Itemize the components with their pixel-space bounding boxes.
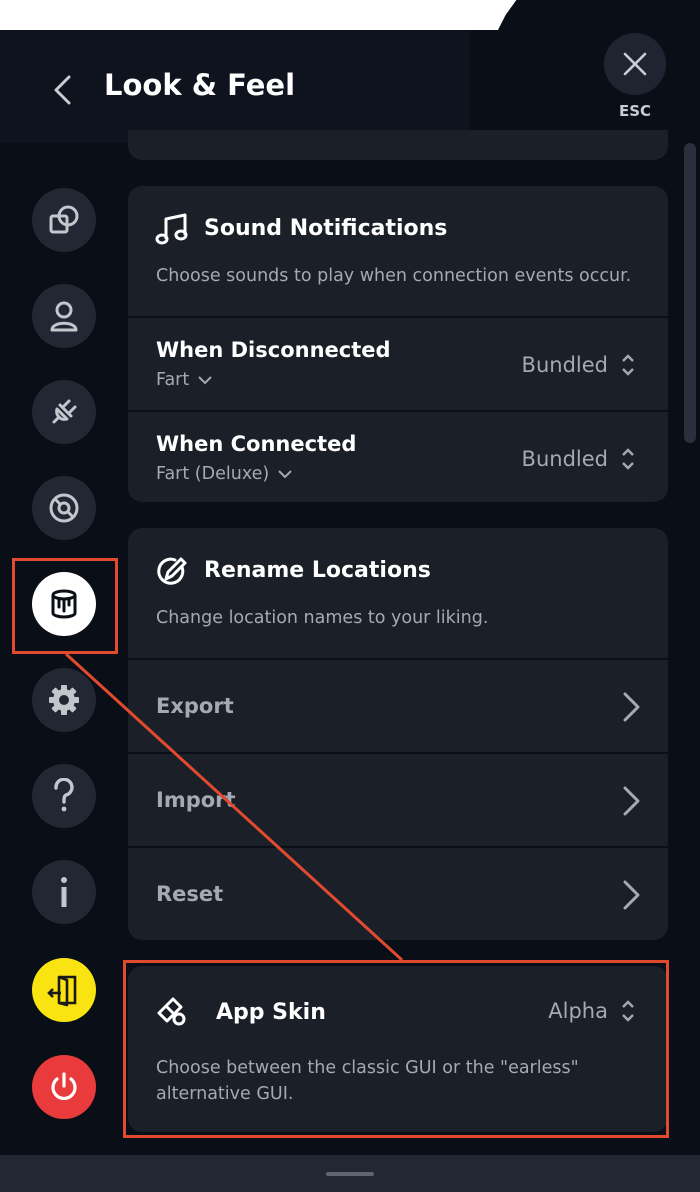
when-connected-source-select[interactable]: Bundled: [522, 446, 636, 472]
sidebar-item-shapes[interactable]: [32, 188, 96, 252]
compass-pen-icon: [154, 554, 190, 590]
when-disconnected-source-select[interactable]: Bundled: [522, 352, 636, 378]
chevron-right-icon: [623, 880, 640, 910]
power-icon: [51, 1072, 77, 1101]
rename-locations-title: Rename Locations: [204, 558, 431, 583]
logout-icon: [47, 975, 77, 1007]
info-icon: [61, 877, 67, 907]
sidebar-item-about[interactable]: [32, 860, 96, 924]
updown-chevron-icon: [622, 354, 634, 376]
chevron-left-icon: [54, 75, 71, 105]
close-button[interactable]: [604, 33, 666, 95]
when-connected-sound: Fart (Deluxe): [156, 464, 270, 484]
import-row[interactable]: Import: [128, 754, 668, 848]
reset-row[interactable]: Reset: [128, 848, 668, 940]
lifebuoy-icon: [49, 493, 79, 523]
annotation-box-sidebar: [12, 558, 118, 654]
sound-notifications-description: Choose sounds to play when connection ev…: [156, 266, 632, 286]
chevron-down-icon: [278, 470, 292, 479]
resize-handle[interactable]: [326, 1172, 374, 1176]
updown-chevron-icon: [622, 448, 634, 470]
when-disconnected-sound: Fart: [156, 370, 190, 390]
when-disconnected-title: When Disconnected: [156, 338, 391, 362]
chevron-right-icon: [623, 692, 640, 722]
sidebar-item-connection[interactable]: [32, 380, 96, 444]
import-label: Import: [156, 788, 236, 812]
gear-icon: [49, 685, 79, 715]
previous-card-edge: [128, 130, 668, 160]
sidebar-item-settings[interactable]: [32, 668, 96, 732]
question-icon: [54, 778, 74, 812]
when-connected-title: When Connected: [156, 432, 357, 456]
music-note-icon: [154, 212, 190, 248]
when-connected-source: Bundled: [521, 447, 608, 471]
user-icon: [50, 301, 78, 332]
sound-notifications-title: Sound Notifications: [204, 216, 448, 241]
sidebar-item-help[interactable]: [32, 764, 96, 828]
when-disconnected-source: Bundled: [521, 353, 608, 377]
sidebar-item-account[interactable]: [32, 284, 96, 348]
shapes-icon: [49, 205, 79, 234]
esc-label: ESC: [618, 102, 652, 120]
back-button[interactable]: [42, 70, 82, 110]
close-icon: [623, 52, 647, 76]
export-row[interactable]: Export: [128, 660, 668, 754]
rename-locations-description: Change location names to your liking.: [156, 608, 489, 628]
when-disconnected-row[interactable]: When Disconnected Fart Bundled: [128, 318, 668, 412]
export-label: Export: [156, 694, 234, 718]
annotation-box-app-skin: [123, 960, 669, 1138]
sidebar-item-quit[interactable]: [32, 1055, 96, 1119]
sound-notifications-card: Sound Notifications Choose sounds to pla…: [128, 186, 668, 502]
when-connected-row[interactable]: When Connected Fart (Deluxe) Bundled: [128, 412, 668, 502]
rename-locations-header: Rename Locations Change location names t…: [128, 528, 668, 660]
sound-notifications-header: Sound Notifications Choose sounds to pla…: [128, 186, 668, 318]
chevron-down-icon: [198, 376, 212, 385]
reset-label: Reset: [156, 882, 224, 906]
rename-locations-card: Rename Locations Change location names t…: [128, 528, 668, 940]
when-connected-sound-select[interactable]: Fart (Deluxe): [156, 464, 293, 484]
scrollbar-thumb[interactable]: [684, 143, 696, 443]
page-title: Look & Feel: [104, 68, 296, 102]
when-disconnected-sound-select[interactable]: Fart: [156, 370, 213, 390]
plug-icon: [52, 399, 77, 424]
sidebar-item-support[interactable]: [32, 476, 96, 540]
chevron-right-icon: [623, 786, 640, 816]
sidebar-item-logout[interactable]: [32, 958, 96, 1022]
